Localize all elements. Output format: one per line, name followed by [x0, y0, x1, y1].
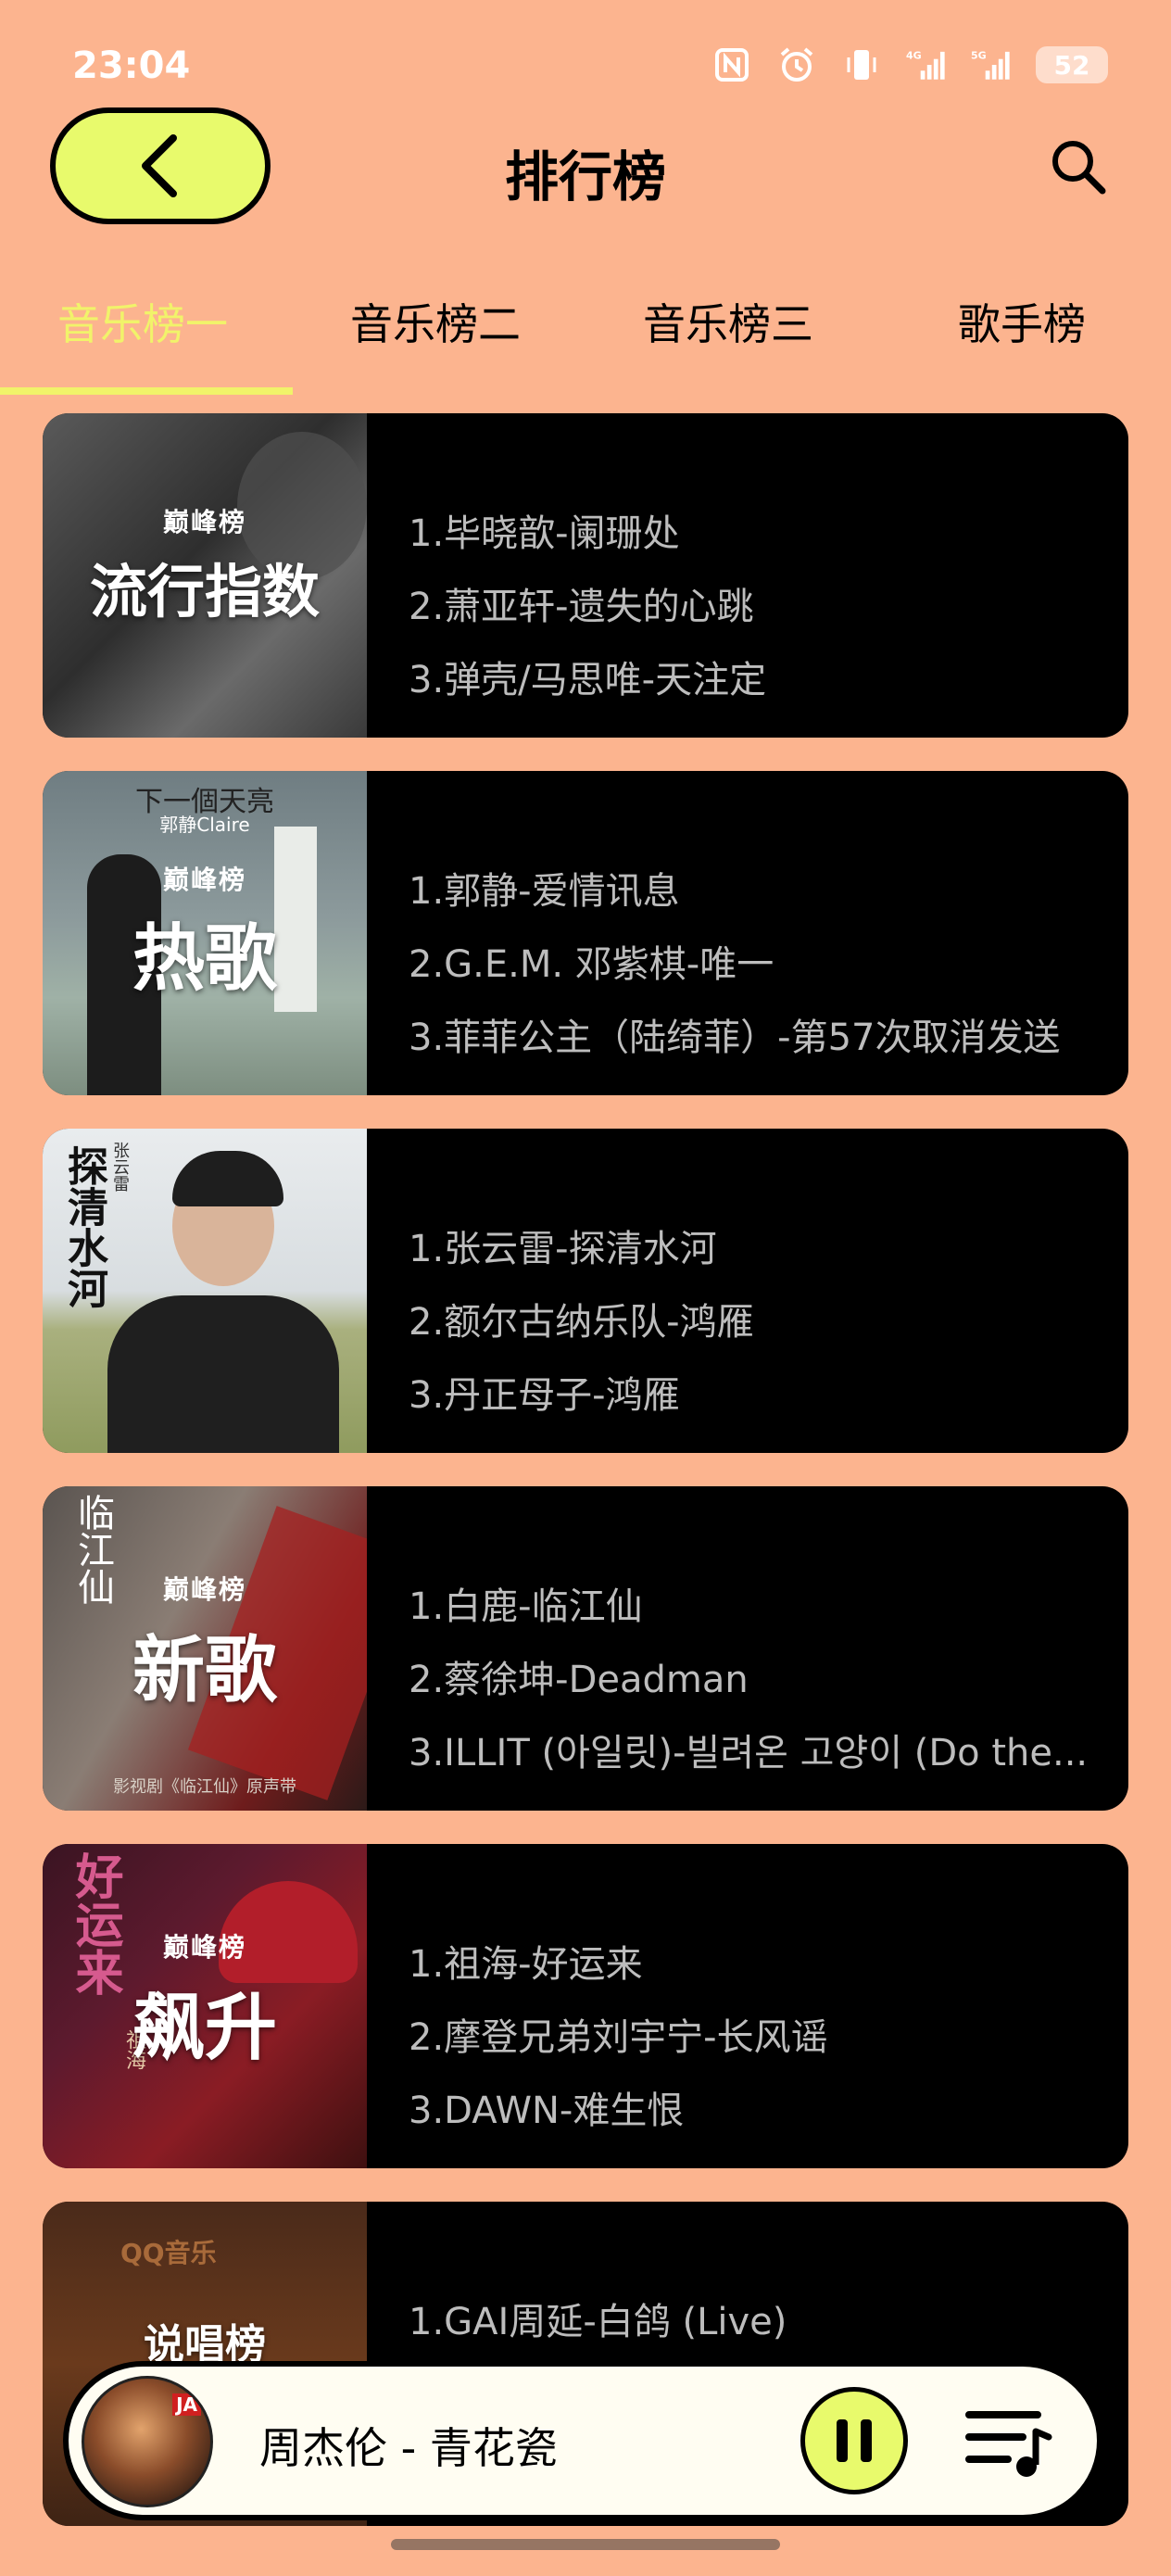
chart-logo: 巅峰榜: [162, 507, 246, 537]
battery-indicator: 52: [1036, 46, 1108, 83]
track-item: 1.毕晓歆-阑珊处: [409, 512, 680, 555]
chart-logo: 巅峰榜: [162, 865, 246, 895]
track-item: 1.GAI周延-白鸽 (Live): [409, 2301, 787, 2343]
status-icons: 4G 5G 52: [711, 44, 1108, 85]
alarm-icon: [776, 44, 817, 85]
playlist-icon: [965, 2411, 1052, 2477]
track-item: 1.祖海-好运来: [409, 1943, 643, 1986]
vibrate-icon: [841, 44, 882, 85]
person-body: [107, 1295, 339, 1453]
chart-title: 新歌: [132, 1629, 277, 1712]
svg-text:4G: 4G: [906, 50, 922, 62]
chart-cover: 临江仙 巅峰榜 新歌 影视剧《临江仙》原声带: [43, 1486, 367, 1811]
cover-subtext: 郭静Claire: [159, 814, 250, 836]
track-item: 1.白鹿-临江仙: [409, 1585, 643, 1628]
track-item: 3.丹正母子-鸿雁: [409, 1374, 680, 1417]
now-playing-title: 周杰伦 - 青花瓷: [259, 2423, 558, 2473]
chart-card-popularity[interactable]: 巅峰榜 流行指数 1.毕晓歆-阑珊处 2.萧亚轩-遗失的心跳 3.弹壳/马思唯-…: [43, 413, 1128, 738]
chart-card-hot[interactable]: 下一個天亮 郭静Claire 巅峰榜 热歌 1.郭静-爱情讯息 2.G.E.M.…: [43, 771, 1128, 1095]
active-tab-indicator: [0, 387, 293, 395]
track-item: 1.郭静-爱情讯息: [409, 870, 680, 913]
chart-title: 流行指数: [89, 558, 320, 625]
signal-4g-icon: 4G: [906, 44, 947, 85]
chart-logo: 巅峰榜: [162, 1574, 246, 1605]
track-item: 3.弹壳/马思唯-天注定: [409, 659, 767, 701]
track-list: 1.祖海-好运来 2.摩登兄弟刘宇宁-长风谣 3.DAWN-难生恨: [409, 1937, 1113, 2156]
svg-text:5G: 5G: [971, 50, 987, 62]
signal-5g-icon: 5G: [971, 44, 1012, 85]
search-icon: [1052, 141, 1106, 195]
chart-cover: 探清水河 张云雷: [43, 1129, 367, 1453]
playlist-button[interactable]: [963, 2400, 1052, 2483]
track-list: 1.毕晓歆-阑珊处 2.萧亚轩-遗失的心跳 3.弹壳/马思唯-天注定: [409, 506, 1113, 726]
track-list: 1.白鹿-临江仙 2.蔡徐坤-Deadman 3.ILLIT (아일릿)-빌려온…: [409, 1579, 1113, 1799]
track-item: 2.萧亚轩-遗失的心跳: [409, 586, 754, 628]
search-button[interactable]: [1047, 135, 1112, 200]
cover-text: QQ音乐: [120, 2238, 217, 2268]
cover-text: 探清水河: [60, 1145, 107, 1308]
chart-cover: 巅峰榜 流行指数: [43, 413, 367, 738]
chart-cover: 好运来 祖海 巅峰榜 飙升: [43, 1844, 367, 2168]
track-list: 1.张云雷-探清水河 2.额尔古纳乐队-鸿雁 3.丹正母子-鸿雁: [409, 1221, 1113, 1441]
track-item: 2.G.E.M. 邓紫棋-唯一: [409, 943, 774, 986]
cover-subtext: 张云雷: [110, 1142, 130, 1192]
tab-chart-2[interactable]: 音乐榜二: [350, 291, 521, 352]
track-list: 1.GAI周延-白鸽 (Live): [409, 2294, 1113, 2368]
track-item: 2.蔡徐坤-Deadman: [409, 1659, 749, 1701]
track-item: 3.ILLIT (아일릿)-빌려온 고양이 (Do the...: [409, 1732, 1089, 1774]
tab-singer-chart[interactable]: 歌手榜: [958, 291, 1086, 352]
chart-title: 飙升: [132, 1987, 277, 2070]
chart-cover: 下一個天亮 郭静Claire 巅峰榜 热歌: [43, 771, 367, 1095]
tab-bar: 音乐榜一 音乐榜二 音乐榜三 歌手榜: [0, 278, 1171, 398]
nfc-icon: [711, 44, 752, 85]
tab-chart-1[interactable]: 音乐榜一: [57, 291, 228, 352]
chart-card-3[interactable]: 探清水河 张云雷 1.张云雷-探清水河 2.额尔古纳乐队-鸿雁 3.丹正母子-鸿…: [43, 1129, 1128, 1453]
page-title: 排行榜: [504, 145, 666, 208]
chart-title: 热歌: [132, 917, 277, 1001]
track-item: 1.张云雷-探清水河: [409, 1228, 717, 1270]
chart-card-rising[interactable]: 好运来 祖海 巅峰榜 飙升 1.祖海-好运来 2.摩登兄弟刘宇宁-长风谣 3.D…: [43, 1844, 1128, 2168]
track-item: 3.DAWN-难生恨: [409, 2090, 685, 2132]
status-bar: 23:04 4G 5G 52: [0, 0, 1171, 102]
person-hair: [172, 1151, 283, 1206]
status-time: 23:04: [72, 44, 191, 87]
track-list: 1.郭静-爱情讯息 2.G.E.M. 邓紫棋-唯一 3.菲菲公主（陆绮菲）-第5…: [409, 864, 1113, 1083]
album-art-badge: JA: [172, 2393, 201, 2416]
pause-icon: [837, 2419, 872, 2462]
pause-button[interactable]: [800, 2387, 908, 2494]
chart-card-new[interactable]: 临江仙 巅峰榜 新歌 影视剧《临江仙》原声带 1.白鹿-临江仙 2.蔡徐坤-De…: [43, 1486, 1128, 1811]
track-item: 3.菲菲公主（陆绮菲）-第57次取消发送: [409, 1017, 1061, 1059]
tab-chart-3[interactable]: 音乐榜三: [643, 291, 813, 352]
track-item: 2.摩登兄弟刘宇宁-长风谣: [409, 2016, 828, 2059]
chart-logo: 巅峰榜: [162, 1932, 246, 1963]
album-art[interactable]: JA: [82, 2376, 213, 2507]
mini-player[interactable]: JA 周杰伦 - 青花瓷: [63, 2361, 1102, 2520]
cover-subtext: 影视剧《临江仙》原声带: [113, 1777, 296, 1797]
track-item: 2.额尔古纳乐队-鸿雁: [409, 1301, 754, 1344]
home-indicator[interactable]: [391, 2539, 780, 2550]
